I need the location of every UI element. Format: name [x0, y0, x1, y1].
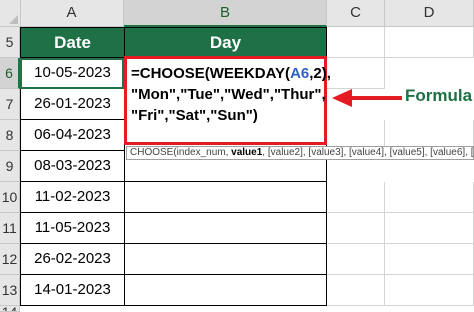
tooltip-current-argument: value1	[231, 147, 263, 158]
date-cell[interactable]: 26-01-2023	[20, 89, 125, 120]
row-header-11[interactable]: 11	[0, 213, 20, 244]
date-cell[interactable]: 08-03-2023	[20, 151, 125, 182]
row-header-7[interactable]: 7	[0, 89, 20, 120]
formula-prefix: =CHOOSE(WEEKDAY(	[131, 65, 291, 82]
empty-cell[interactable]	[327, 58, 385, 89]
date-cell[interactable]: 06-04-2023	[20, 120, 125, 151]
empty-cell[interactable]	[385, 244, 474, 275]
formula-edit-cell[interactable]: =CHOOSE(WEEKDAY(A6,2), "Mon","Tue","Wed"…	[124, 56, 331, 145]
row-header-13[interactable]: 13	[0, 275, 20, 306]
annotation-label: Formula	[405, 86, 473, 105]
select-all-corner[interactable]	[0, 0, 21, 26]
row-header-14[interactable]: 14	[0, 306, 20, 312]
empty-cell[interactable]	[327, 182, 385, 213]
row-header-6[interactable]: 6	[0, 58, 20, 89]
select-all-triangle-icon	[9, 15, 18, 24]
date-cell[interactable]: 14-01-2023	[20, 275, 125, 306]
row-header-5[interactable]: 5	[0, 27, 20, 58]
column-header-c[interactable]: C	[327, 0, 385, 26]
date-cell[interactable]: 11-05-2023	[20, 213, 125, 244]
column-header-bar: A B C D	[0, 0, 474, 27]
formula-line-3: "Fri","Sat","Sun")	[131, 107, 258, 124]
row-header-12[interactable]: 12	[0, 244, 20, 275]
tooltip-function-name: CHOOSE(index_num,	[130, 147, 232, 158]
empty-cell[interactable]	[385, 275, 474, 306]
empty-cell[interactable]	[327, 213, 385, 244]
day-cell[interactable]	[124, 275, 327, 306]
empty-cell[interactable]	[327, 244, 385, 275]
formula-cell-reference: A6	[290, 65, 310, 82]
formula-suffix: ,2),	[309, 65, 331, 82]
formula-line-1: =CHOOSE(WEEKDAY(A6,2),	[131, 63, 331, 84]
empty-cell[interactable]	[327, 27, 385, 58]
header-cell-day[interactable]: Day	[124, 27, 327, 58]
arrow-left-icon	[332, 89, 352, 107]
row-header-9[interactable]: 9	[0, 151, 20, 182]
empty-cell[interactable]	[385, 27, 474, 58]
active-cell-outline	[20, 58, 124, 89]
day-cell[interactable]	[124, 213, 327, 244]
column-header-b[interactable]: B	[124, 0, 327, 27]
date-cell[interactable]: 11-02-2023	[20, 182, 125, 213]
day-cell[interactable]	[124, 244, 327, 275]
arrow-shaft	[350, 96, 402, 100]
header-cell-date[interactable]: Date	[20, 27, 125, 58]
column-header-a[interactable]: A	[20, 0, 124, 26]
day-cell[interactable]	[124, 182, 327, 213]
function-argument-tooltip[interactable]: CHOOSE(index_num, value1, [value2], [val…	[126, 146, 474, 160]
date-cell[interactable]: 26-02-2023	[20, 244, 125, 275]
empty-cell[interactable]	[385, 213, 474, 244]
empty-cell[interactable]	[385, 182, 474, 213]
row-header-10[interactable]: 10	[0, 182, 20, 213]
empty-cell[interactable]	[327, 275, 385, 306]
formula-line-2: "Mon","Tue","Wed","Thur",	[131, 86, 326, 103]
tooltip-remaining-arguments: , [value2], [value3], [value4], [value5]…	[262, 147, 474, 158]
row-header-8[interactable]: 8	[0, 120, 20, 151]
spreadsheet: A B C D 5 6 7 8 9 10 11 12 13 14 Date Da…	[0, 0, 474, 312]
column-header-d[interactable]: D	[385, 0, 474, 26]
